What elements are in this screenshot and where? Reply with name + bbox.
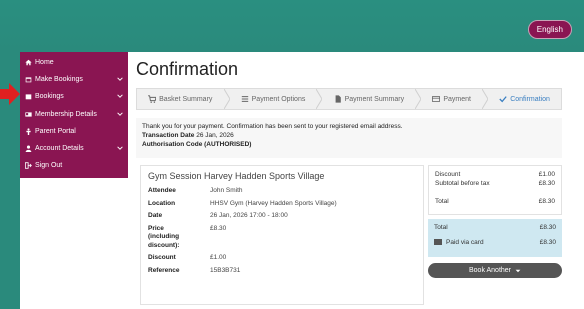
summary-value: £8.30 xyxy=(539,239,556,246)
step-label: Basket Summary xyxy=(159,95,213,103)
sidebar-item-home[interactable]: Home xyxy=(20,54,128,71)
credit-card-icon xyxy=(434,239,442,246)
sidebar-item-sign-out[interactable]: Sign Out xyxy=(20,157,128,174)
checkout-steps: Basket Summary Payment Options Payment S… xyxy=(136,88,562,110)
child-icon xyxy=(26,128,31,135)
summary-label: Subtotal before tax xyxy=(435,180,490,187)
summary-row-paid-total: Total £8.30 xyxy=(434,223,556,233)
detail-value: £1.00 xyxy=(210,254,227,261)
sidebar-item-label: Bookings xyxy=(35,93,64,101)
summary-value: £1.00 xyxy=(538,171,555,178)
notice-message: Thank you for your payment. Confirmation… xyxy=(142,123,403,130)
language-button[interactable]: English xyxy=(527,20,572,39)
list-icon xyxy=(241,96,248,102)
summary-value: £8.30 xyxy=(539,224,556,231)
step-label: Confirmation xyxy=(510,95,550,103)
detail-row-discount: Discount £1.00 xyxy=(148,254,416,263)
sidebar-item-label: Account Details xyxy=(35,145,84,153)
user-icon xyxy=(25,145,32,153)
detail-label: Reference xyxy=(148,266,180,274)
detail-value: John Smith xyxy=(210,187,243,194)
transaction-date-label: Transaction Date xyxy=(142,131,195,139)
booking-title: Gym Session Harvey Hadden Sports Village xyxy=(148,171,325,181)
sign-out-icon xyxy=(25,162,32,169)
summary-label: Paid via card xyxy=(446,239,484,246)
sidebar-item-bookings[interactable]: Bookings xyxy=(20,88,128,105)
summary-value: £8.30 xyxy=(538,198,555,205)
book-another-label: Book Another xyxy=(468,267,512,274)
step-confirmation[interactable]: Confirmation xyxy=(488,89,561,109)
pointer-arrow-icon xyxy=(0,83,20,105)
detail-label: Location xyxy=(148,199,176,207)
main-content: Confirmation Basket Summary Payment Opti… xyxy=(128,52,584,309)
step-basket-summary[interactable]: Basket Summary xyxy=(137,89,224,109)
sidebar: Home Make Bookings Bookings Membership D… xyxy=(20,52,128,309)
file-icon xyxy=(335,95,341,103)
transaction-date: Transaction Date 26 Jan, 2026 xyxy=(142,132,556,141)
step-label: Payment Options xyxy=(251,95,306,103)
step-payment-options[interactable]: Payment Options xyxy=(230,89,317,109)
check-icon xyxy=(499,96,507,103)
detail-label: Attendee xyxy=(148,187,176,194)
summary-value: £8.30 xyxy=(538,180,555,187)
caret-down-icon xyxy=(515,269,521,272)
sidebar-item-label: Parent Portal xyxy=(35,127,76,135)
step-payment[interactable]: Payment xyxy=(421,89,482,109)
sidebar-item-account-details[interactable]: Account Details xyxy=(20,140,128,157)
step-label: Payment xyxy=(443,95,471,103)
calendar-check-icon xyxy=(25,94,32,100)
cart-icon xyxy=(148,95,157,103)
id-card-icon xyxy=(25,112,32,117)
summary-label: Total xyxy=(434,224,448,231)
sidebar-item-label: Home xyxy=(35,59,54,67)
chevron-down-icon[interactable] xyxy=(117,76,123,82)
summary-row-discount: Discount £1.00 xyxy=(435,170,555,179)
summary-label: Total xyxy=(435,198,449,205)
order-summary: Discount £1.00 Subtotal before tax £8.30… xyxy=(428,165,562,278)
detail-value: HHSV Gym (Harvey Hadden Sports Village) xyxy=(210,199,337,207)
payment-summary-box: Total £8.30 Paid via card £8.30 xyxy=(428,219,562,257)
home-icon xyxy=(25,59,32,66)
summary-row-total: Total £8.30 xyxy=(435,197,555,206)
detail-label: Date xyxy=(148,212,163,219)
sidebar-menu: Home Make Bookings Bookings Membership D… xyxy=(20,52,128,179)
step-payment-summary[interactable]: Payment Summary xyxy=(322,89,415,109)
summary-box: Discount £1.00 Subtotal before tax £8.30… xyxy=(428,165,562,215)
detail-value: 26 Jan, 2026 17:00 - 18:00 xyxy=(210,212,288,219)
detail-row-location: Location HHSV Gym (Harvey Hadden Sports … xyxy=(148,200,416,209)
detail-row-reference: Reference 15B3B731 xyxy=(148,267,416,276)
page-title: Confirmation xyxy=(136,59,239,79)
booking-details-card: Gym Session Harvey Hadden Sports Village… xyxy=(140,165,424,305)
summary-row-subtotal: Subtotal before tax £8.30 xyxy=(435,179,555,188)
sidebar-item-make-bookings[interactable]: Make Bookings xyxy=(20,71,128,88)
chevron-down-icon[interactable] xyxy=(117,111,123,117)
card-icon xyxy=(432,96,441,102)
payment-notice: Thank you for your payment. Confirmation… xyxy=(136,118,562,158)
sidebar-item-label: Membership Details xyxy=(35,110,97,118)
authorisation-code-value: (AUTHORISED) xyxy=(204,140,252,148)
sidebar-item-label: Sign Out xyxy=(35,162,63,170)
detail-label: Price (including discount): xyxy=(148,224,180,249)
detail-row-date: Date 26 Jan, 2026 17:00 - 18:00 xyxy=(148,212,416,221)
calendar-icon xyxy=(25,77,32,83)
sidebar-item-parent-portal[interactable]: Parent Portal xyxy=(20,123,128,140)
sidebar-item-label: Make Bookings xyxy=(35,76,83,84)
authorisation-code: Authorisation Code (AUTHORISED) xyxy=(142,141,556,150)
detail-label: Discount xyxy=(148,254,176,261)
detail-row-attendee: Attendee John Smith xyxy=(148,187,416,196)
authorisation-code-label: Authorisation Code xyxy=(142,140,203,148)
book-another-button[interactable]: Book Another xyxy=(428,263,562,278)
detail-row-price: Price (including discount): £8.30 xyxy=(148,225,416,251)
summary-row-paid-via-card: Paid via card £8.30 xyxy=(434,239,556,246)
detail-value: 15B3B731 xyxy=(210,266,241,274)
transaction-date-value: 26 Jan, 2026 xyxy=(196,131,234,139)
top-header-bar: English xyxy=(0,0,584,52)
chevron-down-icon[interactable] xyxy=(117,93,123,99)
summary-label: Discount xyxy=(435,171,461,178)
chevron-down-icon[interactable] xyxy=(117,145,123,151)
sidebar-item-membership-details[interactable]: Membership Details xyxy=(20,106,128,123)
detail-value: £8.30 xyxy=(210,224,227,232)
step-label: Payment Summary xyxy=(344,95,405,103)
